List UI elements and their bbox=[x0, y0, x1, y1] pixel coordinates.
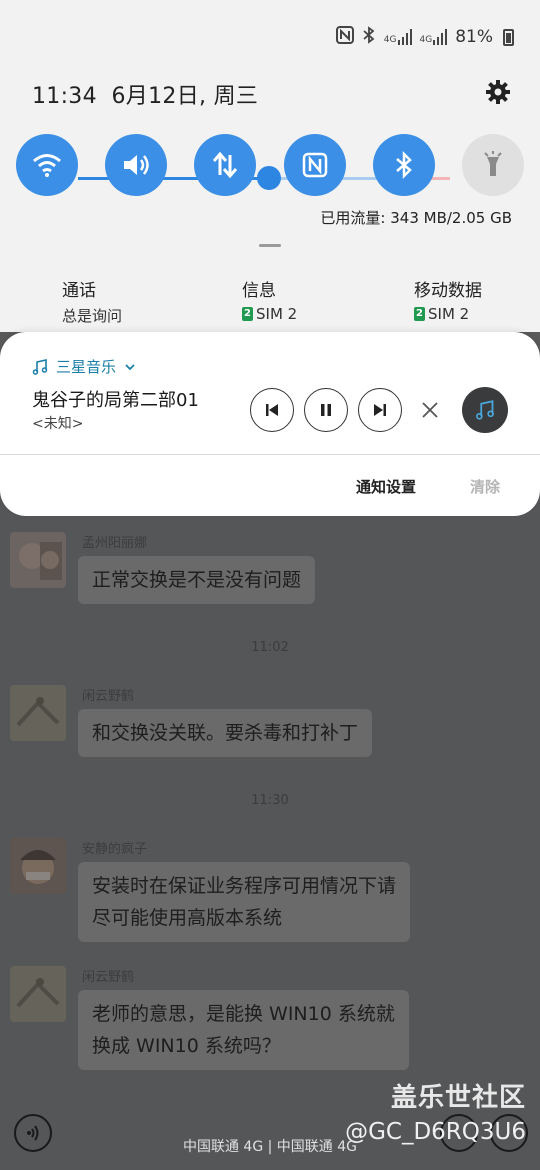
message-text: 正常交换是不是没有问题 bbox=[92, 569, 302, 591]
message-bubble[interactable]: 和交换没关联。要杀毒和打补丁 bbox=[78, 709, 373, 757]
sim-setting-value: 2 SIM 2 bbox=[242, 305, 297, 323]
bluetooth-toggle[interactable] bbox=[373, 134, 435, 196]
message-text-line: 换成 WIN10 系统吗？ bbox=[92, 1035, 281, 1057]
sim-setting-mobile-data[interactable]: 移动数据 2 SIM 2 bbox=[414, 276, 482, 323]
message-text: 和交换没关联。要杀毒和打补丁 bbox=[92, 722, 359, 744]
message-bubble[interactable]: 老师的意思，是能换 WIN10 系统就 换成 WIN10 系统吗？ bbox=[78, 990, 409, 1070]
brightness-slider-knob[interactable] bbox=[257, 166, 281, 190]
clear-button[interactable]: 清除 bbox=[470, 476, 500, 497]
pause-button[interactable] bbox=[304, 388, 348, 432]
expand-handle[interactable] bbox=[259, 244, 281, 247]
music-app-icon[interactable] bbox=[462, 387, 508, 433]
data-arrows-icon bbox=[212, 151, 238, 179]
divider bbox=[0, 454, 540, 455]
message-bubble[interactable]: 安装时在保证业务程序可用情况下请 尽可能使用高版本系统 bbox=[78, 862, 411, 942]
message-text-line: 老师的意思，是能换 WIN10 系统就 bbox=[92, 1003, 395, 1025]
speaker-icon bbox=[124, 155, 149, 175]
sim-badge-icon: 2 bbox=[242, 307, 253, 321]
next-button[interactable] bbox=[358, 388, 402, 432]
nfc-icon bbox=[302, 152, 328, 178]
clock[interactable]: 11:34 bbox=[32, 84, 97, 109]
message-text-line: 尽可能使用高版本系统 bbox=[92, 907, 283, 929]
previous-button[interactable] bbox=[250, 388, 294, 432]
sender-name: 闲云野鹤 bbox=[82, 689, 135, 704]
bluetooth-status-icon bbox=[362, 26, 376, 48]
signal-icon: 4G bbox=[384, 29, 412, 45]
artist-name: <未知> bbox=[32, 416, 84, 432]
wifi-toggle[interactable] bbox=[16, 134, 78, 196]
data-usage-text: 已用流量: 343 MB/2.05 GB bbox=[320, 209, 512, 227]
timestamp: 11:02 bbox=[251, 640, 289, 655]
sim-badge-icon: 2 bbox=[414, 307, 425, 321]
skip-next-icon bbox=[374, 404, 386, 416]
sender-name: 安静的疯子 bbox=[82, 842, 148, 857]
skip-previous-icon bbox=[266, 404, 278, 416]
avatar[interactable] bbox=[10, 838, 66, 894]
chat-message: 闲云野鹤 和交换没关联。要杀毒和打补丁 bbox=[10, 685, 530, 775]
pause-icon bbox=[321, 404, 331, 416]
flashlight-icon bbox=[484, 151, 502, 176]
message-text-line: 安装时在保证业务程序可用情况下请 bbox=[92, 875, 397, 897]
music-note-icon bbox=[32, 358, 48, 375]
bluetooth-icon bbox=[396, 150, 412, 180]
chat-message: 孟州阳丽娜 正常交换是不是没有问题 bbox=[10, 532, 530, 622]
sim-setting-title: 信息 bbox=[242, 281, 276, 301]
avatar[interactable] bbox=[10, 532, 66, 588]
wifi-icon bbox=[33, 154, 61, 177]
sim-setting-calls[interactable]: 通话 总是询问 bbox=[62, 276, 122, 326]
avatar[interactable] bbox=[10, 966, 66, 1022]
sender-name: 闲云野鹤 bbox=[82, 970, 135, 985]
sim-setting-title: 通话 bbox=[62, 281, 96, 301]
signal-icon: 4G bbox=[420, 29, 448, 45]
status-bar: 4G 4G 81% bbox=[335, 25, 514, 49]
avatar[interactable] bbox=[10, 685, 66, 741]
sim-setting-value: 2 SIM 2 bbox=[414, 305, 482, 323]
chat-background: 孟州阳丽娜 正常交换是不是没有问题 11:02 闲云野鹤 和交换没关联。要杀毒和… bbox=[0, 500, 540, 1170]
watermark-handle: @GC_D6RQ3U6 bbox=[345, 1119, 526, 1145]
sim-setting-title: 移动数据 bbox=[414, 281, 482, 301]
notification-settings-button[interactable]: 通知设置 bbox=[356, 476, 416, 497]
music-note-icon bbox=[476, 400, 494, 420]
flashlight-toggle[interactable] bbox=[462, 134, 524, 196]
close-icon[interactable] bbox=[418, 398, 442, 422]
media-app-header[interactable]: 三星音乐 bbox=[32, 356, 136, 377]
sim-setting-value: 总是询问 bbox=[62, 307, 123, 325]
timestamp: 11:30 bbox=[251, 793, 289, 808]
nfc-toggle[interactable] bbox=[284, 134, 346, 196]
chat-message: 闲云野鹤 老师的意思，是能换 WIN10 系统就 换成 WIN10 系统吗？ bbox=[10, 966, 530, 1086]
chat-message: 安静的疯子 安装时在保证业务程序可用情况下请 尽可能使用高版本系统 bbox=[10, 838, 530, 958]
mobile-data-toggle[interactable] bbox=[194, 134, 256, 196]
sound-toggle[interactable] bbox=[105, 134, 167, 196]
nfc-status-icon bbox=[335, 26, 354, 48]
sender-name: 孟州阳丽娜 bbox=[82, 536, 148, 551]
media-app-name: 三星音乐 bbox=[56, 358, 117, 376]
date-time: 11:34 6月12日, 周三 bbox=[32, 78, 258, 110]
media-notification[interactable]: 三星音乐 鬼谷子的局第二部01 <未知> 通知设置 清除 bbox=[0, 332, 540, 516]
battery-icon bbox=[503, 28, 514, 46]
sim-setting-messages[interactable]: 信息 2 SIM 2 bbox=[242, 276, 297, 323]
notification-shade: 4G 4G 81% 11:34 6月12日, 周三 已用流量: 343 MB/2… bbox=[0, 0, 540, 332]
gear-icon[interactable] bbox=[484, 78, 512, 106]
message-bubble[interactable]: 正常交换是不是没有问题 bbox=[78, 556, 316, 604]
battery-percent: 81% bbox=[455, 27, 493, 47]
date[interactable]: 6月12日, 周三 bbox=[112, 84, 259, 109]
chevron-down-icon[interactable] bbox=[124, 361, 136, 373]
song-title: 鬼谷子的局第二部01 bbox=[32, 390, 199, 411]
